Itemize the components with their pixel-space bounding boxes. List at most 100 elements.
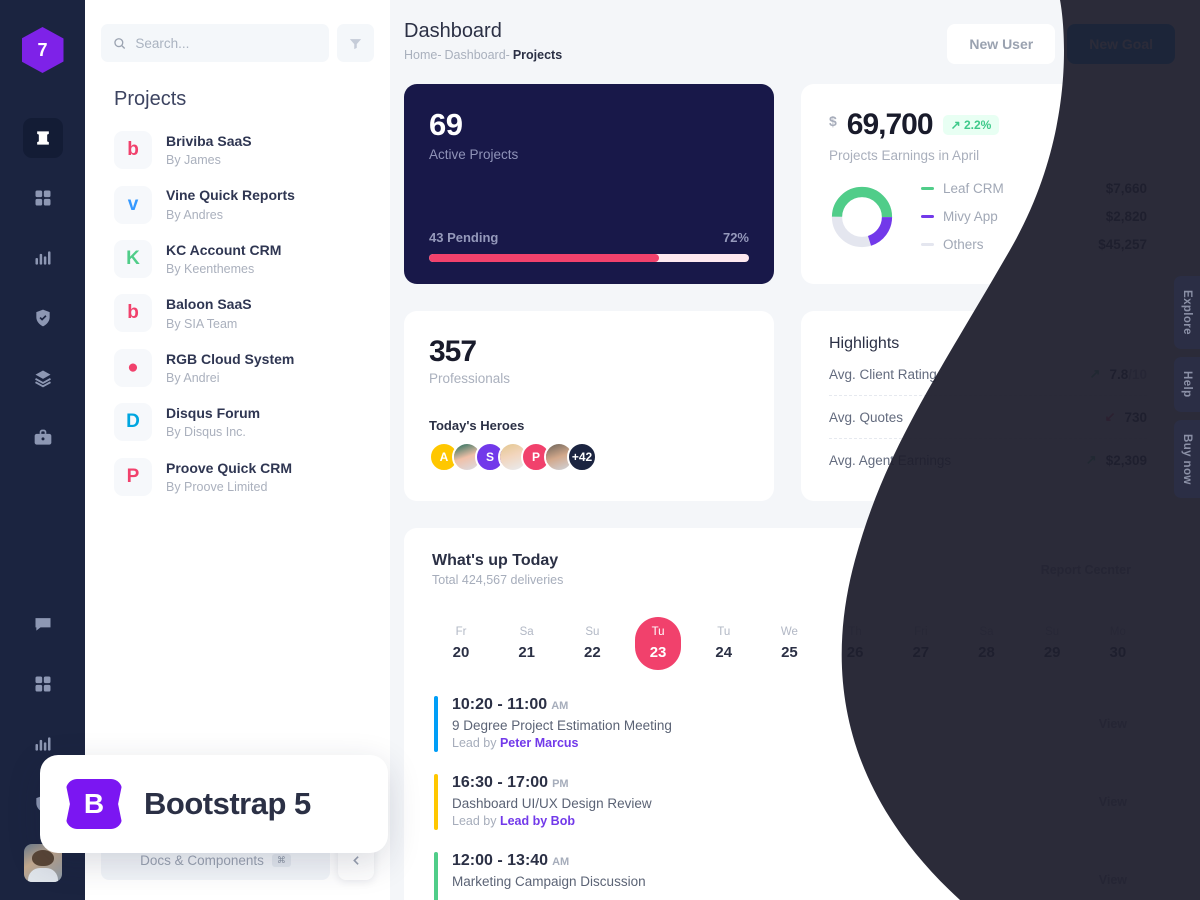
project-list-item[interactable]: b Baloon SaaS By SIA Team — [85, 286, 390, 340]
day-cell[interactable]: Sa 21 — [504, 617, 550, 670]
project-name: Briviba SaaS — [166, 133, 252, 149]
earnings-card: $ 69,700 ↗ 2.2% Projects Earnings in Apr… — [801, 84, 1175, 284]
app-logo-text: 7 — [37, 39, 48, 60]
project-list-item[interactable]: b Briviba SaaS By James — [85, 123, 390, 177]
day-cell[interactable]: Th 26 — [832, 617, 878, 670]
project-list-item[interactable]: ● RGB Cloud System By Andrei — [85, 341, 390, 395]
filter-icon — [349, 38, 362, 49]
day-number: 22 — [584, 644, 601, 661]
project-list-item[interactable]: v Vine Quick Reports By Andres — [85, 177, 390, 231]
project-owner: By Keenthemes — [166, 262, 255, 277]
pending-label: 43 Pending — [429, 230, 499, 245]
project-logo-icon: K — [114, 240, 152, 279]
day-cell[interactable]: We 25 — [766, 617, 812, 670]
active-projects-label: Active Projects — [429, 147, 519, 162]
highlight-suffix: /10 — [1128, 366, 1147, 382]
day-cell[interactable]: Su 29 — [1029, 617, 1075, 670]
event-lead: Lead by Lead by Bob — [452, 814, 575, 828]
day-weekday: Tu — [717, 626, 731, 638]
dashboard-grid: 69 Active Projects 43 Pending 72% $ 69,7… — [404, 84, 1175, 900]
rail-item-grid-2[interactable] — [23, 664, 63, 704]
main-content: Dashboard Home- Dashboard- Projects New Us… — [390, 0, 1200, 900]
professionals-label: Professionals — [429, 371, 511, 386]
legend-item: Mivy App — [921, 209, 1004, 224]
chevron-left-icon — [352, 855, 359, 865]
avatar-overflow-count[interactable]: +42 — [567, 442, 597, 472]
day-weekday: We — [780, 626, 798, 638]
highlight-value: ↗ 7.8/10 — [1090, 366, 1147, 382]
app-logo[interactable]: 7 — [21, 27, 64, 73]
event-list: 10:20 - 11:00 AM 9 Degree Project Estimati… — [432, 696, 1147, 900]
project-owner: By James — [166, 153, 221, 168]
active-projects-card: 69 Active Projects 43 Pending 72% — [404, 84, 774, 284]
day-number: 27 — [912, 644, 930, 661]
highlight-number: 7.8 — [1109, 366, 1129, 382]
project-list-item[interactable]: K KC Account CRM By Keenthemes — [85, 232, 390, 286]
project-logo-icon: D — [114, 403, 152, 442]
day-weekday: Fr — [455, 626, 467, 638]
panel-title: Projects — [114, 88, 187, 110]
search-input[interactable] — [135, 35, 317, 51]
project-list-item[interactable]: D Disqus Forum By Disqus Inc. — [85, 395, 390, 449]
rail-item-security[interactable] — [23, 298, 63, 338]
rail-item-chat[interactable] — [23, 604, 63, 644]
project-list-item[interactable]: P Proove Quick CRM By Proove Limited — [85, 450, 390, 504]
legend-color-dash — [921, 215, 934, 218]
event-color-bar — [434, 852, 438, 900]
event-ampm: AM — [551, 700, 569, 712]
event-view-button[interactable]: View — [1078, 786, 1147, 818]
side-tab[interactable]: Buy now — [1174, 419, 1200, 499]
day-cell[interactable]: Tu 23 — [635, 617, 682, 670]
bootstrap-logo-letter: B — [83, 788, 105, 819]
heroes-avatar-group[interactable]: A S P +42 — [429, 442, 749, 472]
filter-button[interactable] — [337, 24, 374, 62]
legend-label: Mivy App — [943, 209, 998, 224]
earnings-donut-chart — [831, 186, 893, 247]
highlight-row: Avg. Client Rating ↗ 7.8/10 — [829, 353, 1147, 396]
event-view-button[interactable]: View — [1078, 708, 1147, 740]
project-owner: By Andres — [166, 207, 223, 222]
progress-fill — [429, 254, 660, 262]
legend-item: Leaf CRM — [921, 181, 1004, 196]
rail-item-grid[interactable] — [23, 178, 63, 218]
rail-item-analytics[interactable] — [23, 238, 63, 278]
trend-arrow-icon: ↙ — [1104, 409, 1116, 424]
earnings-amount: 69,700 — [846, 108, 934, 141]
day-number: 30 — [1109, 644, 1127, 661]
new-user-button[interactable]: New User — [947, 24, 1056, 64]
event-name: Marketing Campaign Discussion — [452, 874, 646, 889]
earnings-subtitle: Projects Earnings in April — [829, 148, 980, 163]
day-cell[interactable]: Sa 28 — [964, 617, 1010, 670]
breadcrumb-item[interactable]: Projects — [513, 48, 562, 62]
rail-item-briefcase[interactable] — [23, 418, 63, 458]
highlight-number: 730 — [1124, 409, 1147, 425]
breadcrumb-item[interactable]: Dashboard- — [445, 48, 510, 62]
project-owner: By SIA Team — [166, 316, 238, 331]
breadcrumb-item[interactable]: Home- — [404, 48, 442, 62]
event-item: 12:00 - 13:40 AM Marketing Campaign Discus… — [432, 852, 1147, 900]
bootstrap-badge-text: Bootstrap 5 — [144, 786, 311, 821]
rail-item-layers[interactable] — [23, 358, 63, 398]
rail-item-box[interactable] — [22, 118, 63, 158]
day-cell[interactable]: Fr 20 — [438, 617, 484, 670]
project-logo-icon: b — [114, 294, 152, 333]
event-color-bar — [434, 696, 438, 752]
side-tab[interactable]: Explore — [1174, 276, 1200, 349]
side-tab[interactable]: Help — [1174, 356, 1200, 412]
event-view-button[interactable]: View — [1078, 864, 1147, 896]
day-number: 26 — [846, 644, 864, 661]
event-time: 12:00 - 13:40 AM — [452, 852, 570, 869]
day-cell[interactable]: Mo 30 — [1095, 617, 1141, 670]
new-goal-button[interactable]: New Goal — [1067, 24, 1175, 64]
search-box[interactable] — [101, 24, 329, 62]
report-center-button[interactable]: Report Cecnter — [1024, 554, 1147, 586]
project-logo-icon: P — [114, 457, 152, 496]
day-cell[interactable]: Tu 24 — [701, 617, 747, 670]
bootstrap-badge: B Bootstrap 5 — [40, 755, 388, 853]
day-cell[interactable]: Fri 27 — [898, 617, 944, 670]
project-name: Baloon SaaS — [166, 296, 252, 313]
day-cell[interactable]: Su 22 — [569, 617, 615, 670]
stats-row-2: 357 Professionals Today's Heroes A S P +42 … — [404, 311, 1175, 501]
project-name: Vine Quick Reports — [166, 187, 295, 204]
legend-item: Others — [921, 237, 1004, 252]
